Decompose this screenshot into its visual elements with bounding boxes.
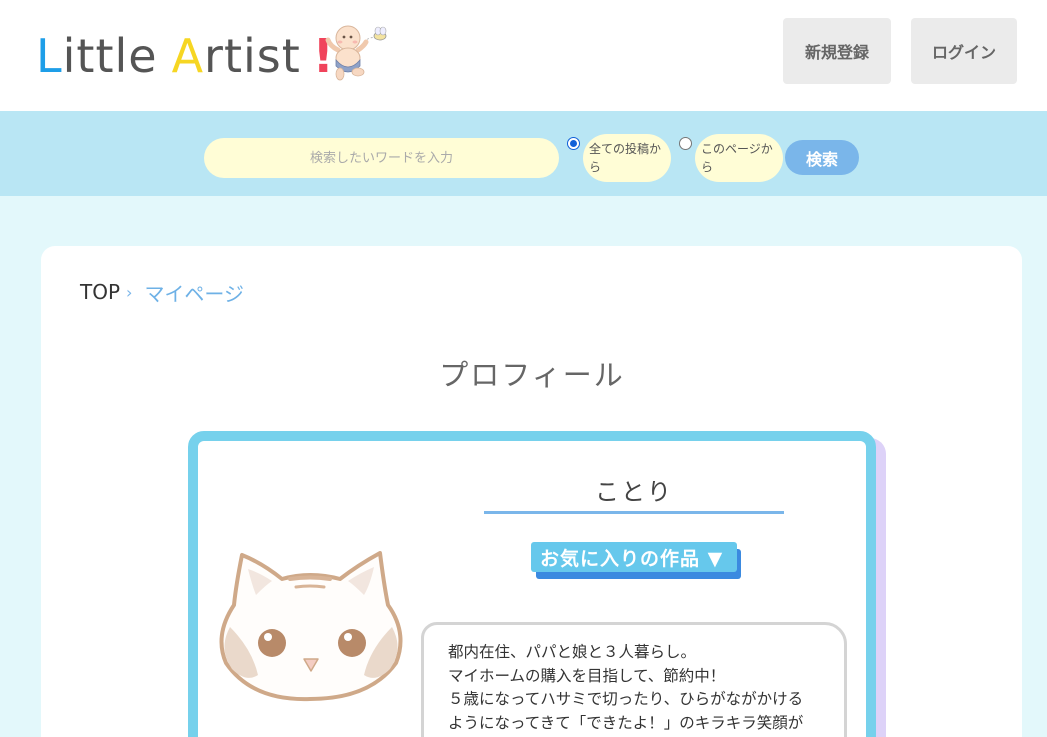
site-logo[interactable]: Little Artist! (36, 28, 335, 84)
white-cat-avatar-icon (219, 551, 403, 702)
profile-username: ことり (484, 472, 784, 514)
bio-line: マイホームの購入を目指して、節約中！ (448, 666, 726, 685)
breadcrumb-current: マイページ (144, 281, 245, 306)
page-title: プロフィール (439, 358, 625, 392)
profile-bio: 都内在住、パパと娘と３人暮らし。 マイホームの購入を目指して、節約中！ ５歳にな… (421, 622, 847, 737)
breadcrumb: TOP › マイページ (80, 279, 245, 306)
bio-line: 都内在住、パパと娘と３人暮らし。 (448, 643, 697, 661)
radio-all-posts[interactable] (567, 137, 580, 150)
breadcrumb-top-link[interactable]: TOP (80, 280, 120, 304)
site-header: Little Artist! 新規登録 ログイン (0, 0, 1047, 111)
radio-this-page-label[interactable]: このページから (695, 134, 783, 182)
search-bar: 全ての投稿から このページから 検索 (0, 111, 1047, 196)
logo-letter-a: A (171, 29, 205, 83)
login-button[interactable]: ログイン (911, 18, 1017, 84)
logo-letter-l: L (36, 29, 63, 83)
search-input[interactable] (204, 138, 559, 178)
logo-text-ittle: ittle (62, 29, 158, 83)
radio-all-posts-label[interactable]: 全ての投稿から (583, 134, 671, 182)
radio-this-page[interactable] (679, 137, 692, 150)
register-button[interactable]: 新規登録 (783, 18, 891, 84)
bio-line: ようになってきて「できたよ！」のキラキラ笑顔が (448, 713, 804, 732)
bio-line: ５歳になってハサミで切ったり、ひらがながかける (448, 690, 804, 708)
favorites-button[interactable]: お気に入りの作品 ▼ (531, 542, 737, 572)
logo-text-rtist: rtist (204, 29, 301, 83)
breadcrumb-separator: › (126, 282, 133, 302)
baby-with-bee-icon (325, 25, 387, 81)
search-button[interactable]: 検索 (785, 140, 859, 175)
favorites-dropdown: お気に入りの作品 ▼ (531, 542, 743, 580)
